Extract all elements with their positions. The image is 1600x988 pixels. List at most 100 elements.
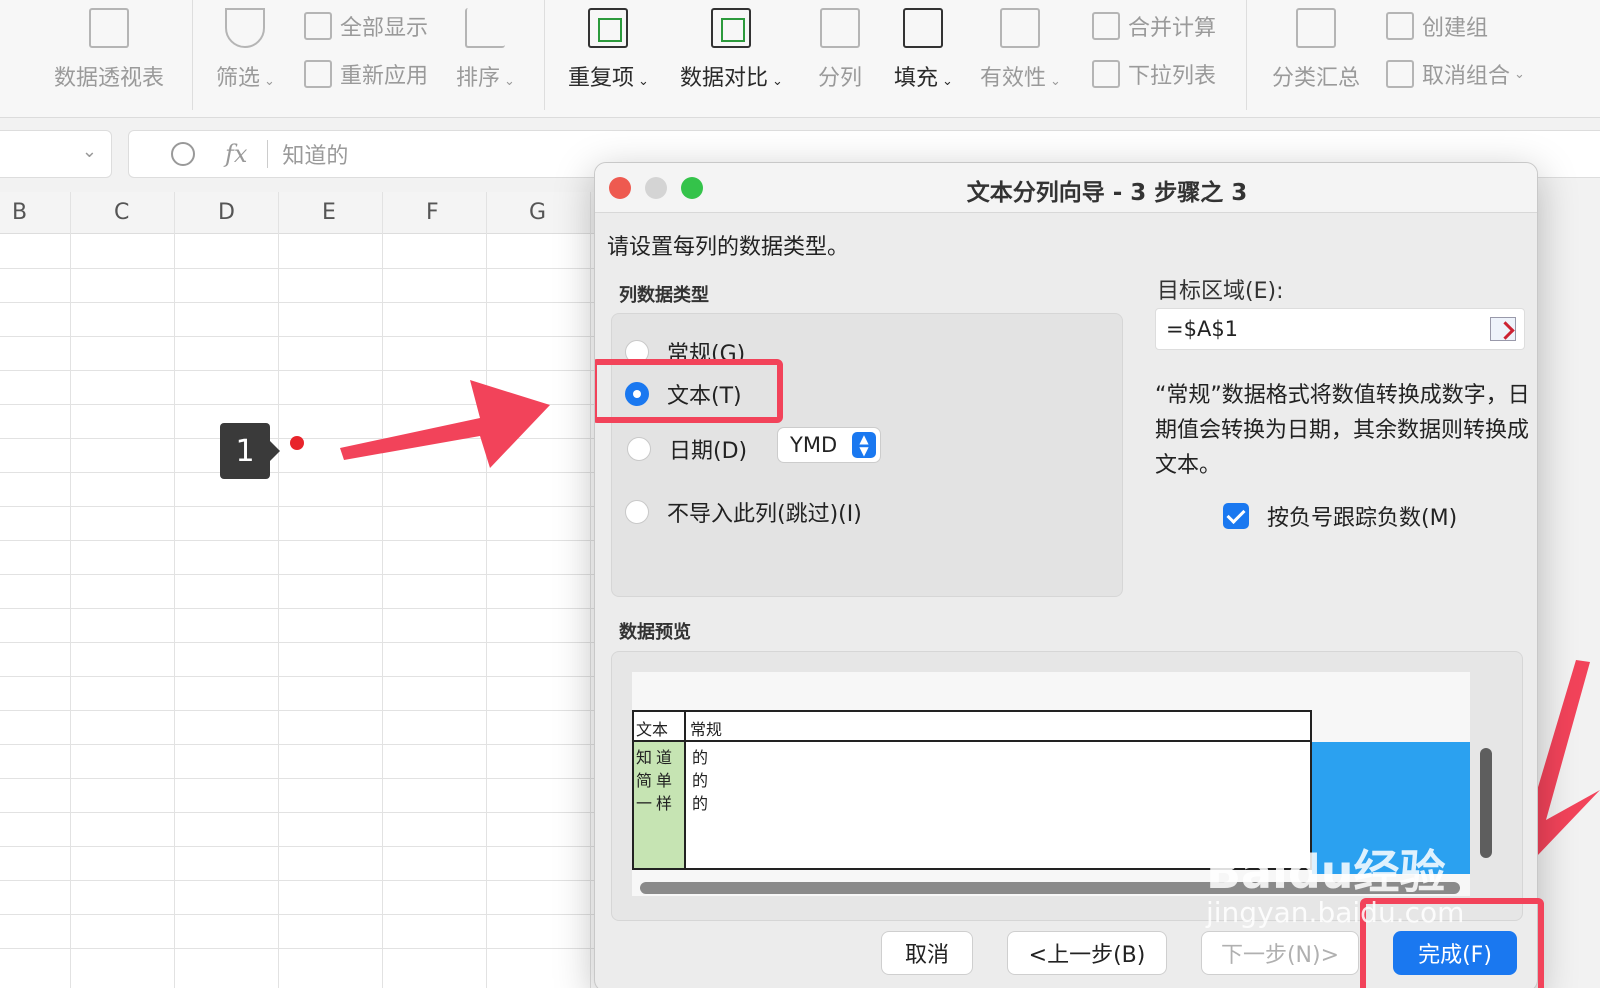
preview-header-col2[interactable]: 常规: [686, 712, 726, 740]
funnel-refresh-icon: [304, 60, 332, 88]
formula-content[interactable]: 知道的: [282, 138, 348, 170]
subtotal-button[interactable]: 分类汇总: [1272, 8, 1360, 92]
ribbon-separator: [1246, 0, 1247, 110]
next-button[interactable]: 下一步(N)>: [1201, 931, 1359, 975]
preview-header: 文本 常规: [632, 710, 1312, 742]
pivot-table-button[interactable]: 数据透视表: [54, 8, 164, 92]
date-format-select[interactable]: YMD ▲ ▼: [777, 427, 881, 463]
dialog-prompt: 请设置每列的数据类型。: [607, 235, 850, 260]
dest-input[interactable]: =$A$1: [1155, 308, 1525, 350]
merge-calc-icon: [1092, 12, 1120, 40]
preview-cell: 简单: [636, 771, 677, 790]
reapply-button[interactable]: 重新应用: [304, 58, 428, 90]
column-header-d[interactable]: D: [218, 200, 235, 225]
column-header-g[interactable]: G: [529, 200, 546, 225]
ungroup-button[interactable]: 取消组合 ⌄: [1386, 58, 1525, 90]
format-description: “常规”数据格式将数值转换成数字，日期值会转换为日期，其余数据则转换成文本。: [1155, 383, 1530, 478]
watermark-url: jingyan.baidu.com: [1206, 896, 1465, 929]
preview-cell: 的: [692, 748, 709, 767]
spreadsheet-grid[interactable]: B C D E F G: [0, 192, 600, 988]
preview-cell: 知道: [636, 748, 677, 767]
highlight-box: [595, 359, 783, 423]
radio-date[interactable]: 日期(D): [627, 433, 747, 465]
grid-line: [0, 948, 600, 949]
create-group-button[interactable]: 创建组: [1386, 10, 1488, 42]
preview-cell: 一样: [636, 794, 677, 813]
fill-icon: [903, 8, 944, 48]
sort-icon: [465, 8, 506, 48]
split-column-icon: [820, 8, 860, 48]
annotation-dot: [290, 436, 304, 450]
column-header-c[interactable]: C: [114, 200, 129, 225]
column-type-label: 列数据类型: [619, 285, 709, 306]
ribbon-separator: [192, 0, 193, 110]
preview-cell: 的: [692, 794, 709, 813]
grid-line: [174, 192, 175, 988]
ribbon-toolbar: 数据透视表 筛选 ⌄ 全部显示 重新应用 排序 ⌄ 重复项 ⌄ 数据对比 ⌄ 分列 填充…: [0, 0, 1600, 118]
grid-line: [0, 540, 600, 541]
preview-label: 数据预览: [619, 622, 691, 643]
watermark-logo: Baidu经验: [1206, 845, 1446, 899]
track-negative-checkbox[interactable]: 按负号跟踪负数(M): [1223, 500, 1457, 532]
step-badge: 1: [220, 423, 280, 479]
ribbon-separator: [544, 0, 545, 110]
chevron-down-icon[interactable]: ⌄: [82, 141, 97, 162]
grid-line: [70, 192, 71, 988]
vertical-scrollbar[interactable]: [1480, 748, 1492, 858]
grid-line: [0, 608, 600, 609]
preview-header-col1[interactable]: 文本: [634, 712, 686, 740]
dropdown-list-icon: [1092, 60, 1120, 88]
dropdown-list-button[interactable]: 下拉列表: [1092, 58, 1216, 90]
radio-skip-circle[interactable]: [625, 500, 649, 524]
grid-line: [0, 574, 600, 575]
dialog-title: 文本分列向导 - 3 步骤之 3: [966, 180, 1248, 206]
zoom-icon[interactable]: [171, 142, 195, 166]
compare-icon: [711, 8, 752, 48]
grid-line: [0, 846, 600, 847]
grid-line: [0, 676, 600, 677]
funnel-icon: [225, 8, 266, 48]
column-header-e[interactable]: E: [322, 200, 336, 225]
back-button[interactable]: <上一步(B): [1007, 931, 1167, 975]
data-compare-button[interactable]: 数据对比 ⌄: [680, 8, 783, 92]
validity-icon: [1000, 8, 1041, 48]
arrow-right-icon: [340, 380, 550, 468]
grid-line: [0, 744, 600, 745]
grid-line: [278, 192, 279, 988]
name-box[interactable]: ⌄: [0, 130, 112, 178]
radio-date-circle[interactable]: [627, 437, 651, 461]
duplicates-button[interactable]: 重复项 ⌄: [568, 8, 649, 92]
checkbox-checked-icon[interactable]: [1223, 503, 1249, 529]
ungroup-icon: [1386, 60, 1414, 88]
column-header-b[interactable]: B: [12, 200, 27, 225]
grid-line: [0, 336, 600, 337]
preview-cell: 的: [692, 771, 709, 790]
grid-line: [0, 302, 600, 303]
function-icon[interactable]: fx: [225, 140, 247, 168]
radio-skip[interactable]: 不导入此列(跳过)(I): [625, 496, 862, 528]
grid-line: [0, 268, 600, 269]
range-select-icon[interactable]: [1490, 317, 1516, 341]
grid-line: [486, 192, 487, 988]
grid-line: [0, 506, 600, 507]
group-icon: [1386, 12, 1414, 40]
sort-button[interactable]: 排序 ⌄: [456, 8, 515, 92]
show-all-button[interactable]: 全部显示: [304, 10, 428, 42]
pivot-table-icon: [89, 8, 129, 48]
split-column-button[interactable]: 分列: [818, 8, 862, 92]
cancel-button[interactable]: 取消: [881, 931, 973, 975]
duplicates-icon: [588, 8, 629, 48]
preview-col2[interactable]: 的 的 的: [688, 742, 708, 815]
dest-label: 目标区域(E):: [1157, 279, 1284, 304]
merge-calc-button[interactable]: 合并计算: [1092, 10, 1216, 42]
dialog-titlebar: 文本分列向导 - 3 步骤之 3: [595, 163, 1537, 213]
fill-button[interactable]: 填充 ⌄: [894, 8, 953, 92]
grid-line: [0, 710, 600, 711]
preview-col1[interactable]: 知道 简单 一样: [634, 742, 686, 868]
filter-button[interactable]: 筛选 ⌄: [216, 8, 275, 92]
column-header-f[interactable]: F: [426, 200, 439, 225]
grid-line: [590, 192, 591, 988]
column-headers: B C D E F G: [0, 192, 600, 234]
validity-button[interactable]: 有效性 ⌄: [980, 8, 1061, 92]
grid-line: [0, 778, 600, 779]
